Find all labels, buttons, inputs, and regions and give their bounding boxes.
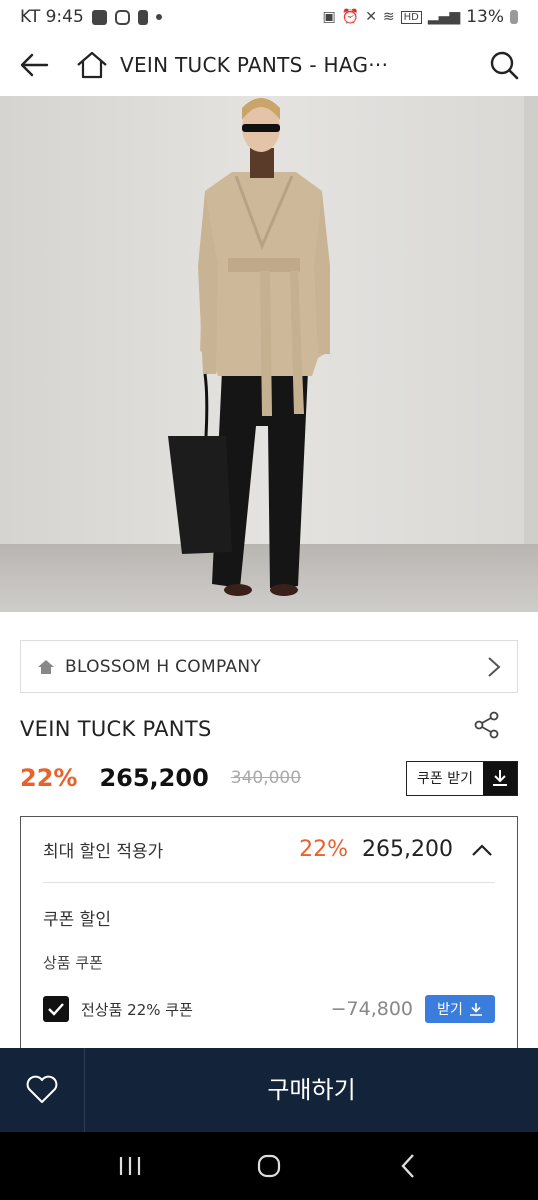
instagram-icon (114, 9, 130, 25)
coupon-button-label: 쿠폰 받기 (417, 771, 473, 787)
dot-icon (155, 14, 162, 20)
home-icon (77, 51, 107, 79)
brand-name: BLOSSOM H COMPANY (65, 656, 262, 677)
wishlist-button[interactable] (0, 1048, 85, 1132)
status-bar: KT 9:45 ▣ ⏰ ✕ ≋ HD ▂▄▆ 13% (0, 0, 538, 34)
recent-apps-icon (119, 1157, 140, 1175)
product-image[interactable] (0, 96, 538, 612)
coupon-download-button[interactable]: 쿠폰 받기 (406, 760, 518, 796)
battery-text: 13% (466, 7, 504, 27)
max-discount-price: 265,200 (362, 837, 453, 862)
alarm-icon: ⏰ (341, 9, 360, 25)
download-icon (469, 1003, 482, 1016)
discount-rate: 22% (20, 764, 78, 792)
home-button[interactable] (74, 47, 110, 83)
product-coupon-subsection: 상품 쿠폰 (43, 954, 103, 972)
coupon-checkbox[interactable] (43, 996, 69, 1022)
coupon-discount-section: 쿠폰 할인 (43, 910, 111, 930)
product-name: VEIN TUCK PANTS (20, 717, 212, 741)
app-header: VEIN TUCK PANTS - HAG··· (0, 34, 538, 96)
heart-icon (26, 1075, 58, 1103)
hd-icon: HD (400, 10, 422, 24)
max-discount-header[interactable]: 최대 할인 적용가 22% 265,200 (43, 817, 495, 883)
chevron-left-icon (401, 1154, 415, 1178)
buy-bar: 구매하기 (0, 1048, 538, 1132)
chevron-right-icon (488, 656, 501, 677)
discount-panel: 최대 할인 적용가 22% 265,200 쿠폰 할인 상품 쿠폰 전상품 22… (20, 816, 518, 1076)
wifi-icon: ≋ (382, 9, 395, 25)
gallery-icon (91, 9, 107, 25)
brand-row[interactable]: BLOSSOM H COMPANY (20, 640, 518, 693)
coupon-amount: −74,800 (330, 998, 413, 1020)
lock-icon: ▣ (322, 9, 336, 25)
battery-icon (510, 10, 518, 24)
search-icon (490, 51, 519, 80)
share-icon (474, 711, 499, 739)
page-title: VEIN TUCK PANTS - HAG··· (120, 53, 389, 77)
price-row: 22% 265,200 340,000 쿠폰 받기 (20, 760, 518, 796)
download-icon (483, 761, 517, 795)
checkmark-icon (48, 1003, 64, 1016)
product-photo (0, 96, 538, 612)
mute-icon: ✕ (365, 9, 377, 25)
chevron-up-icon[interactable] (469, 843, 495, 857)
original-price: 340,000 (230, 768, 302, 788)
home-circle-icon (257, 1154, 281, 1178)
share-button[interactable] (472, 710, 502, 740)
sale-price: 265,200 (99, 764, 209, 792)
get-coupon-button[interactable]: 받기 (425, 995, 495, 1023)
recent-apps-button[interactable] (100, 1136, 160, 1196)
max-discount-rate: 22% (299, 837, 349, 862)
coupon-row: 전상품 22% 쿠폰 −74,800 받기 (43, 995, 495, 1023)
carrier-time: KT 9:45 (20, 7, 84, 27)
notification-icon (137, 9, 148, 25)
get-coupon-label: 받기 (437, 1002, 463, 1018)
back-button[interactable] (16, 47, 52, 83)
home-nav-button[interactable] (239, 1136, 299, 1196)
buy-button[interactable]: 구매하기 (85, 1048, 538, 1132)
signal-icon: ▂▄▆ (427, 9, 461, 25)
home-icon (38, 659, 54, 674)
back-nav-button[interactable] (378, 1136, 438, 1196)
system-nav-bar (0, 1132, 538, 1200)
coupon-name: 전상품 22% 쿠폰 (81, 1000, 193, 1019)
search-button[interactable] (486, 47, 522, 83)
back-arrow-icon (20, 53, 49, 77)
max-discount-label: 최대 할인 적용가 (43, 842, 164, 862)
